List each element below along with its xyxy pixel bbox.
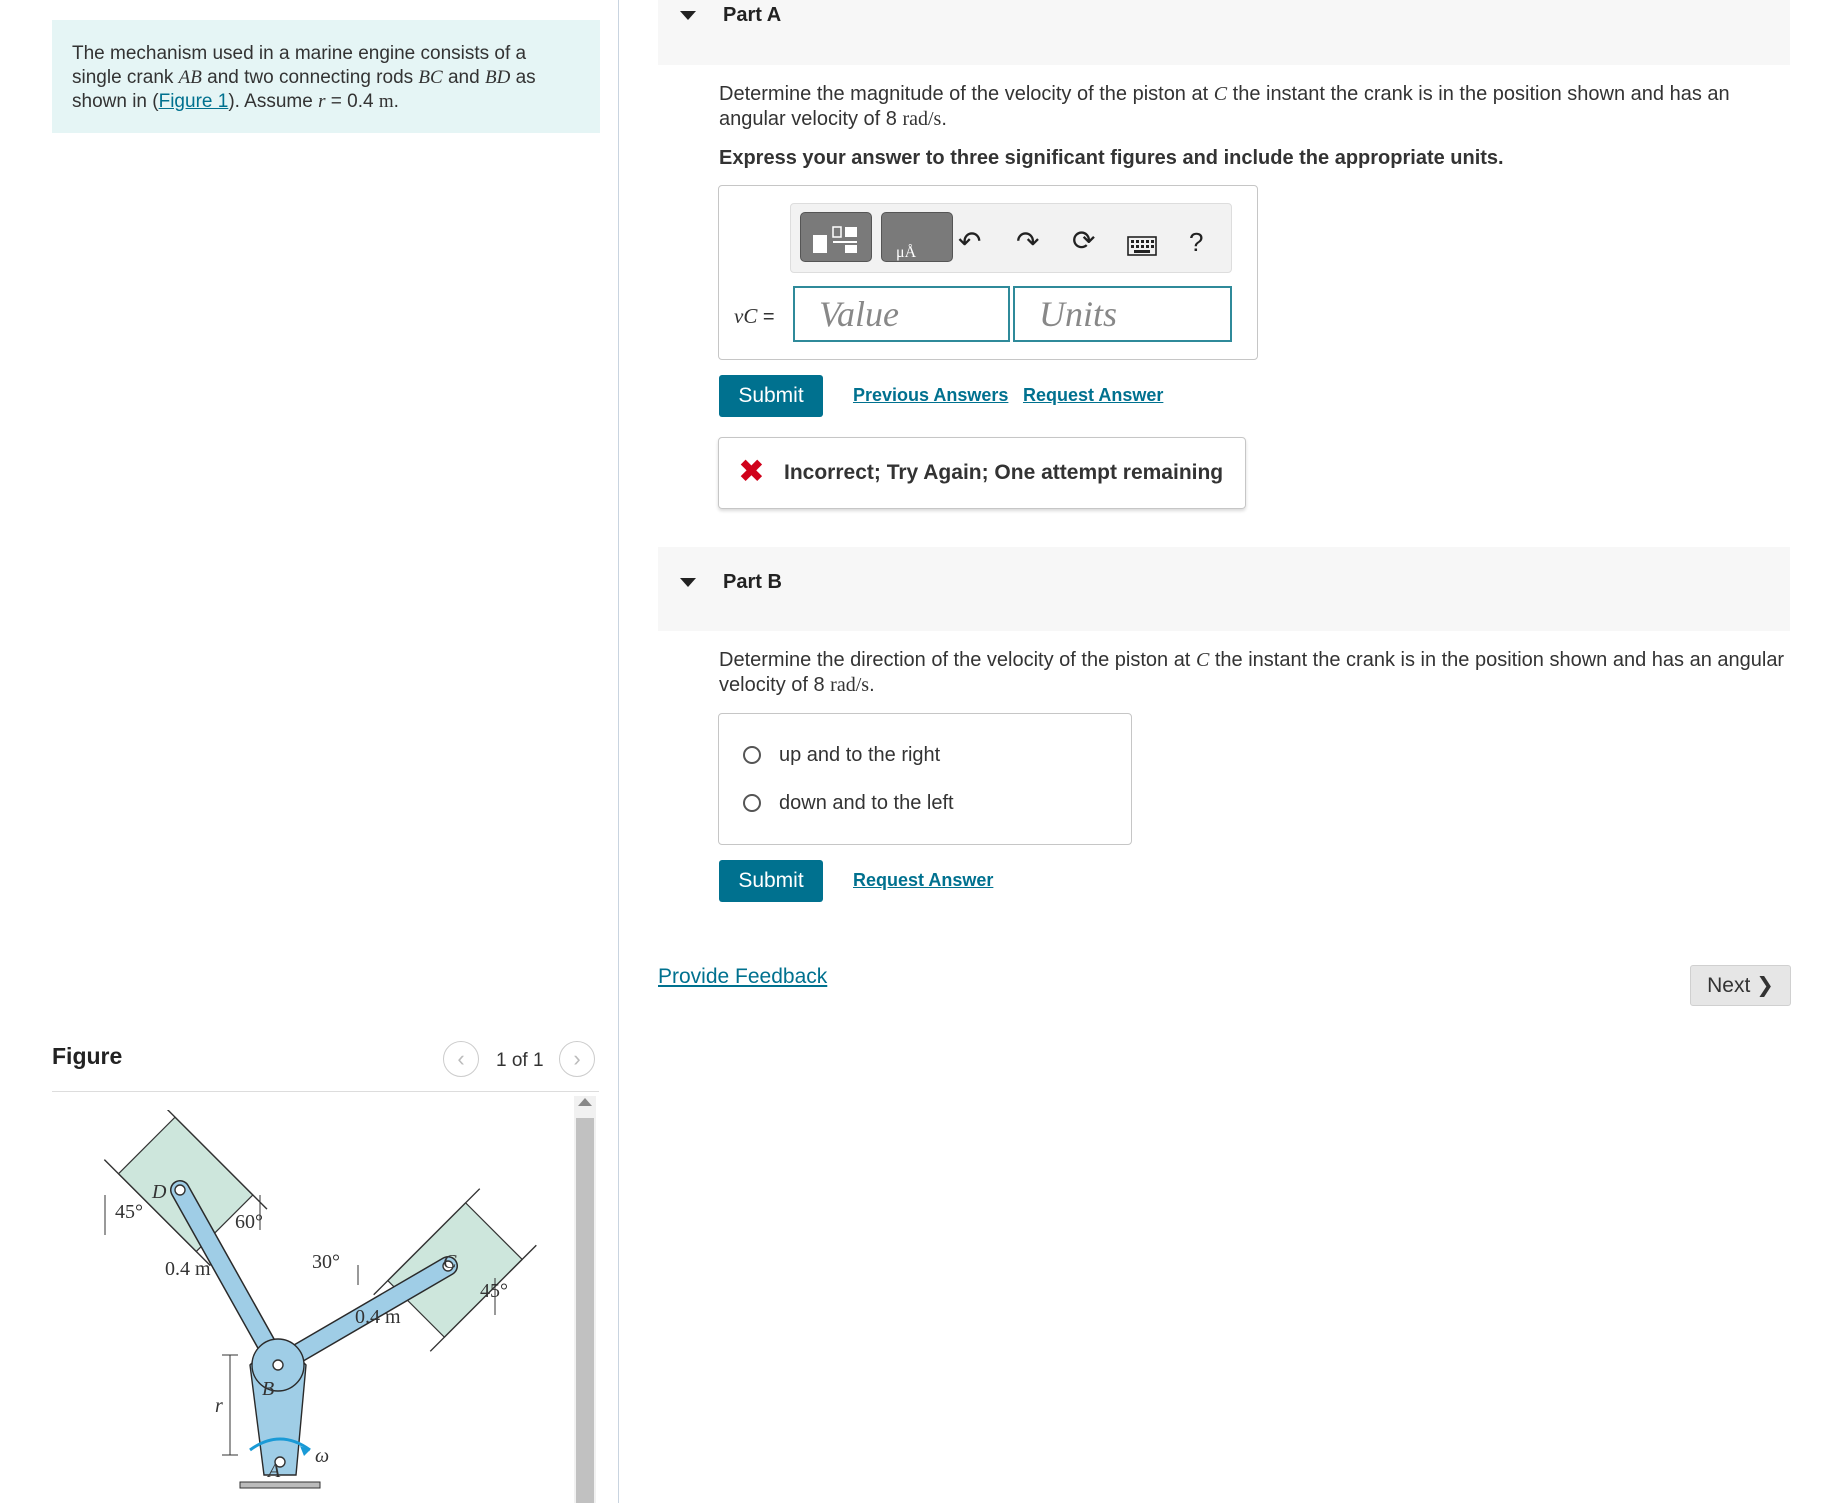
question-text: Determine the magnitude of the velocity … xyxy=(719,83,1214,105)
part-b-submit-button[interactable]: Submit xyxy=(719,860,823,902)
reset-icon[interactable]: ⟳ xyxy=(1072,227,1095,255)
pin-d xyxy=(174,1184,186,1196)
problem-text: . xyxy=(393,91,399,112)
unit-rad-s: rad/s xyxy=(902,108,942,130)
close-icon: ✖ xyxy=(738,453,765,489)
problem-text: ). Assume xyxy=(228,91,319,112)
label-a: A xyxy=(266,1460,281,1482)
chevron-right-icon: ❯ xyxy=(1756,974,1774,997)
part-b-header[interactable] xyxy=(658,547,1790,631)
undo-icon[interactable]: ↶ xyxy=(958,228,981,256)
label-angle-30: 30° xyxy=(312,1251,340,1273)
figure-scrollbar-thumb[interactable] xyxy=(576,1118,594,1503)
choice-label[interactable]: down and to the left xyxy=(779,792,954,815)
problem-text: and two connecting rods xyxy=(201,67,419,88)
figure-prev-button[interactable]: ‹ xyxy=(443,1041,479,1077)
label-d: D xyxy=(151,1181,167,1203)
answer-label: vC = xyxy=(734,304,775,329)
question-text: . xyxy=(941,108,947,130)
var-c: C xyxy=(1213,83,1228,105)
label-angle-right: 45° xyxy=(480,1280,508,1302)
part-a-request-answer-link[interactable]: Request Answer xyxy=(1023,385,1163,406)
part-a-question: Determine the magnitude of the velocity … xyxy=(719,82,1789,132)
keyboard-button[interactable] xyxy=(1127,236,1157,261)
units-button[interactable]: μÅ xyxy=(881,212,953,262)
templates-icon xyxy=(813,226,857,253)
label-length-left: 0.4 m xyxy=(165,1258,211,1280)
part-b-request-answer-link[interactable]: Request Answer xyxy=(853,870,993,891)
part-a-header[interactable] xyxy=(658,0,1790,65)
unit-rad-s: rad/s xyxy=(830,674,870,696)
answer-var: vC xyxy=(734,304,758,328)
label-omega: ω xyxy=(315,1445,329,1467)
collapse-caret-icon[interactable] xyxy=(680,11,696,20)
label-angle-60: 60° xyxy=(235,1211,263,1233)
answer-instruction: Express your answer to three significant… xyxy=(719,147,1504,169)
column-divider xyxy=(618,0,619,1503)
var-c: C xyxy=(1195,649,1210,671)
question-text: Determine the direction of the velocity … xyxy=(719,649,1196,671)
answer-equals: = xyxy=(757,306,775,328)
units-input[interactable]: Units xyxy=(1013,286,1232,342)
help-button[interactable]: ? xyxy=(1189,227,1203,258)
chevron-right-icon: › xyxy=(573,1046,581,1071)
problem-text: and xyxy=(442,67,485,88)
next-label: Next xyxy=(1707,973,1751,997)
svg-text:μÅ: μÅ xyxy=(896,243,917,261)
choice-radio-up-right[interactable] xyxy=(743,746,761,764)
part-a-title: Part A xyxy=(723,4,782,26)
choice-radio-down-left[interactable] xyxy=(743,794,761,812)
templates-button[interactable] xyxy=(800,212,872,262)
figure-link[interactable]: Figure 1 xyxy=(159,91,229,112)
previous-answers-link[interactable]: Previous Answers xyxy=(853,385,1008,406)
part-b-title: Part B xyxy=(723,571,782,593)
part-a-submit-button[interactable]: Submit xyxy=(719,375,823,417)
pin-b xyxy=(272,1359,284,1371)
label-b: B xyxy=(262,1378,274,1400)
unit-m: m xyxy=(378,91,394,112)
figure-title: Figure xyxy=(52,1043,123,1069)
mechanism-figure: D C B A 45° 60° 30° 45° 0.4 m 0.4 m r ω xyxy=(103,1110,537,1489)
figure-counter: 1 of 1 xyxy=(496,1050,544,1071)
var-bc: BC xyxy=(418,67,443,88)
keyboard-icon xyxy=(1127,236,1157,256)
label-c: C xyxy=(443,1251,457,1273)
label-r: r xyxy=(215,1395,223,1417)
choice-label[interactable]: up and to the right xyxy=(779,744,940,767)
choices-box xyxy=(718,713,1132,845)
provide-feedback-link[interactable]: Provide Feedback xyxy=(658,965,827,989)
part-b-question: Determine the direction of the velocity … xyxy=(719,648,1789,698)
var-bd: BD xyxy=(484,67,511,88)
label-length-right: 0.4 m xyxy=(355,1306,401,1328)
label-angle-left: 45° xyxy=(115,1201,143,1223)
figure-divider xyxy=(52,1091,599,1092)
scroll-up-icon[interactable] xyxy=(578,1098,592,1106)
question-text: . xyxy=(869,674,875,696)
chevron-left-icon: ‹ xyxy=(457,1046,465,1071)
problem-statement: The mechanism used in a marine engine co… xyxy=(52,20,600,133)
var-ab: AB xyxy=(178,67,202,88)
value-input[interactable]: Value xyxy=(793,286,1010,342)
feedback-message: Incorrect; Try Again; One attempt remain… xyxy=(784,461,1224,484)
units-icon: μÅ xyxy=(896,243,917,261)
problem-text: = 0.4 xyxy=(325,91,379,112)
redo-icon[interactable]: ↷ xyxy=(1016,228,1039,256)
figure-next-button[interactable]: › xyxy=(559,1041,595,1077)
collapse-caret-icon[interactable] xyxy=(680,578,696,587)
next-button[interactable]: Next ❯ xyxy=(1690,965,1791,1006)
